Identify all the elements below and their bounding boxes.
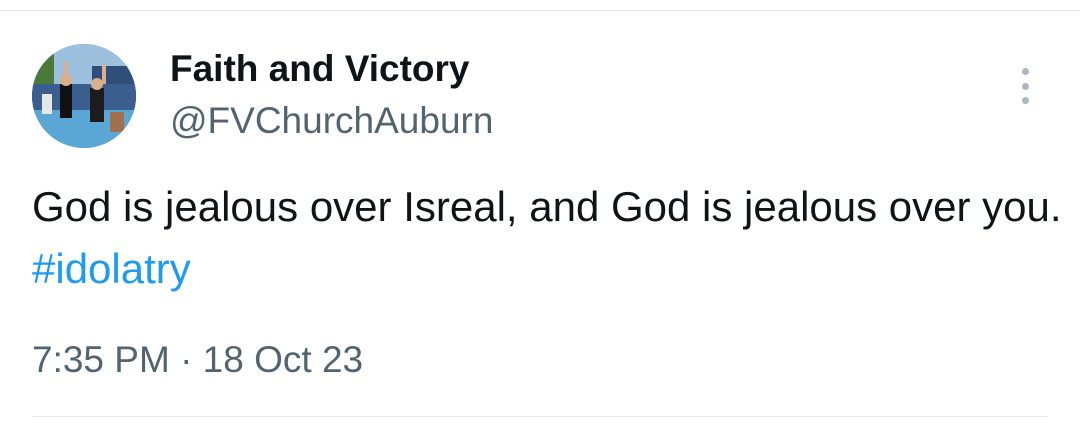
tweet-text: God is jealous over Isreal, and God is j…	[32, 176, 1062, 300]
tweet-body: God is jealous over Isreal, and God is j…	[32, 183, 1062, 230]
hashtag-link[interactable]: #idolatry	[32, 245, 191, 292]
tweet-timestamp[interactable]: 7:35 PM · 18 Oct 23	[32, 336, 363, 384]
author-handle[interactable]: @FVChurchAuburn	[170, 98, 493, 144]
bottom-divider	[32, 416, 1047, 417]
tweet-card: Faith and Victory @FVChurchAuburn God is…	[0, 0, 1080, 423]
avatar-photo	[32, 44, 136, 148]
more-options-vertical-icon	[1021, 68, 1029, 75]
author-display-name[interactable]: Faith and Victory	[170, 46, 470, 92]
more-options-button[interactable]	[1008, 64, 1042, 108]
author-avatar[interactable]	[32, 44, 136, 148]
